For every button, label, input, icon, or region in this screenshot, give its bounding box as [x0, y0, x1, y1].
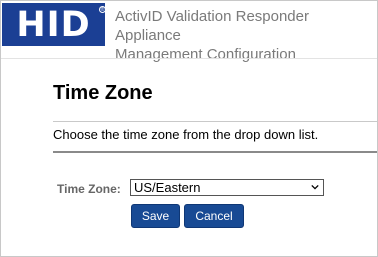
app-title-line1: ActivID Validation Responder Appliance — [115, 8, 309, 44]
header: HID ® ActivID Validation Responder Appli… — [1, 1, 377, 63]
save-button[interactable]: Save — [131, 204, 180, 228]
instructions-text: Choose the time zone from the drop down … — [53, 127, 319, 142]
chevron-down-icon — [311, 184, 319, 190]
page-title: Time Zone — [53, 82, 153, 104]
title-divider — [53, 121, 377, 122]
app-title-line2: Management Configuration — [115, 46, 296, 63]
app-title: ActivID Validation Responder Appliance M… — [115, 7, 377, 64]
instructions-divider — [53, 151, 377, 153]
logo-text: HID — [16, 5, 91, 45]
registered-mark: ® — [99, 6, 106, 13]
time-zone-label: Time Zone: — [57, 182, 121, 196]
cancel-button[interactable]: Cancel — [184, 204, 244, 228]
hid-logo: HID ® — [2, 3, 106, 46]
window-frame: HID ® ActivID Validation Responder Appli… — [0, 0, 378, 257]
time-zone-select[interactable]: US/Eastern — [130, 179, 324, 196]
time-zone-selected-value: US/Eastern — [134, 180, 201, 195]
header-divider — [1, 58, 377, 59]
